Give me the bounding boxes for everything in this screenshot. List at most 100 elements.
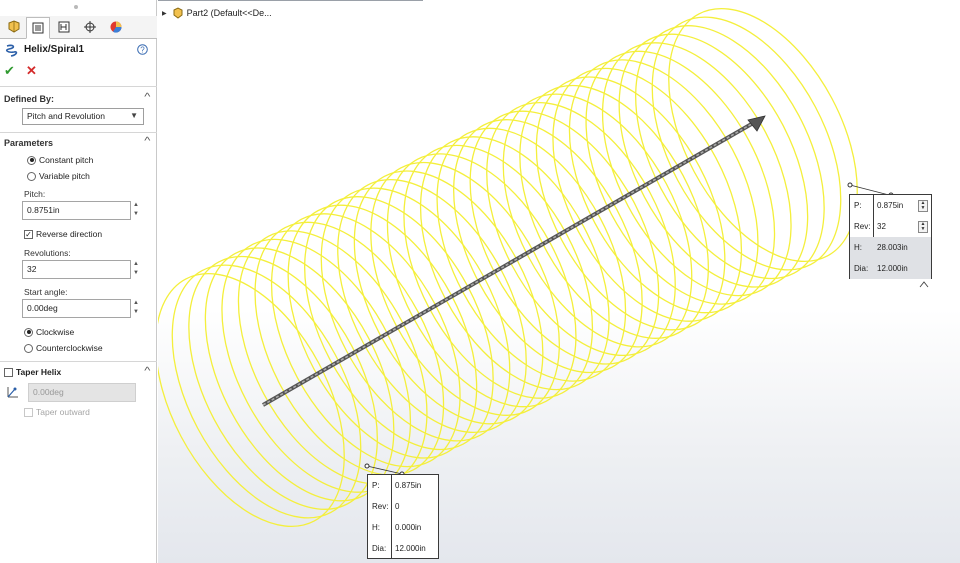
- divider: [0, 361, 157, 362]
- feature-manager-icon: [8, 20, 20, 33]
- clockwise-label: Clockwise: [36, 327, 75, 337]
- radio-empty-icon: [27, 171, 36, 181]
- callout-pitch-label: P:: [854, 201, 862, 210]
- tab-feature-manager[interactable]: [2, 17, 26, 37]
- collapse-chevron-icon[interactable]: ^: [145, 136, 151, 147]
- callout-rev-value[interactable]: 32: [877, 222, 886, 231]
- callout-rev-value: 0: [395, 502, 400, 511]
- help-icon[interactable]: ?: [137, 44, 148, 55]
- collapse-chevron-icon[interactable]: ^: [145, 366, 151, 377]
- parameters-heading: Parameters: [4, 138, 54, 148]
- pitch-stepper[interactable]: ▲ ▼: [918, 200, 928, 212]
- defined-by-value: Pitch and Revolution: [27, 111, 105, 121]
- callout-rev-row[interactable]: Rev: 32 ▲ ▼: [850, 216, 931, 237]
- callout-height-row: H: 28.003in: [850, 237, 931, 258]
- graphics-viewport[interactable]: ▶ Part2 (Default<<De... P: 0.875in ▲ ▼ Re…: [158, 0, 960, 563]
- callout-dia-label: Dia:: [854, 264, 869, 273]
- tab-configuration-manager[interactable]: [52, 17, 76, 37]
- helix-curve[interactable]: [158, 0, 896, 558]
- variable-pitch-radio[interactable]: Variable pitch: [27, 171, 90, 181]
- checkbox-checked-icon: ✓: [24, 229, 33, 239]
- configuration-manager-icon: [58, 21, 70, 33]
- start-angle-stepper[interactable]: ▲ ▼: [131, 299, 141, 318]
- constant-pitch-label: Constant pitch: [39, 155, 94, 165]
- taper-outward-label: Taper outward: [36, 407, 90, 417]
- panel-grip[interactable]: [74, 5, 78, 9]
- callout-pitch-label: P:: [372, 481, 380, 490]
- callout-pitch-value: 0.875in: [395, 481, 422, 490]
- callout-start: P: 0.875in Rev: 0 H: 0.000in Dia: 12.000…: [367, 474, 439, 559]
- svg-text:?: ?: [140, 45, 145, 54]
- callout-height-label: H:: [854, 243, 862, 252]
- taper-helix-heading: Taper Helix: [16, 367, 62, 377]
- callout-dia-value: 12.000in: [877, 264, 908, 273]
- callout-height-value: 0.000in: [395, 523, 422, 532]
- cancel-x-icon[interactable]: ✕: [26, 64, 37, 78]
- taper-angle-icon: [7, 387, 18, 398]
- counterclockwise-radio[interactable]: Counterclockwise: [24, 343, 103, 353]
- callout-dia-value: 12.000in: [395, 544, 426, 553]
- manager-tabs: [0, 16, 157, 39]
- clockwise-radio[interactable]: Clockwise: [24, 327, 74, 337]
- radio-selected-icon: [27, 155, 36, 165]
- tab-dimxpert-manager[interactable]: [78, 17, 102, 37]
- reverse-direction-label: Reverse direction: [36, 229, 103, 239]
- revolutions-field[interactable]: 32: [22, 260, 131, 279]
- chevron-down-icon: ▼: [130, 111, 138, 120]
- checkbox-empty-icon: [4, 367, 13, 377]
- defined-by-select[interactable]: Pitch and Revolution ▼: [22, 108, 144, 125]
- callout-height-row: H: 0.000in: [368, 517, 438, 538]
- counterclockwise-label: Counterclockwise: [36, 343, 103, 353]
- arrowhead-icon: [747, 115, 766, 132]
- divider: [0, 132, 157, 133]
- constant-pitch-radio[interactable]: Constant pitch: [27, 155, 93, 165]
- taper-outward-checkbox: Taper outward: [24, 407, 90, 417]
- dimxpert-icon: [84, 21, 96, 33]
- callout-rev-row: Rev: 0: [368, 496, 438, 517]
- reverse-direction-checkbox[interactable]: ✓ Reverse direction: [24, 229, 102, 239]
- pitch-field[interactable]: 0.8751in: [22, 201, 131, 220]
- callout-height-value: 28.003in: [877, 243, 908, 252]
- start-angle-label: Start angle:: [24, 287, 68, 297]
- tab-display-manager[interactable]: [104, 17, 128, 37]
- start-angle-field[interactable]: 0.00deg: [22, 299, 131, 318]
- property-manager-panel: Helix/Spiral1 ? ✔ ✕ Defined By: ^ Pitch …: [0, 0, 157, 563]
- callout-dia-row: Dia: 12.000in: [368, 538, 438, 559]
- ok-check-icon[interactable]: ✔: [4, 64, 15, 78]
- helix-start-point[interactable]: [364, 463, 370, 469]
- revolutions-stepper[interactable]: ▲ ▼: [131, 260, 141, 279]
- rev-stepper[interactable]: ▲ ▼: [918, 221, 928, 233]
- pitch-label: Pitch:: [24, 189, 46, 199]
- helix-revolution: [171, 264, 362, 519]
- taper-angle-field: 0.00deg: [28, 383, 136, 402]
- feature-title-row: Helix/Spiral1 ?: [0, 41, 157, 59]
- pitch-stepper[interactable]: ▲ ▼: [131, 201, 141, 220]
- revolutions-label: Revolutions:: [24, 248, 71, 258]
- tab-property-manager[interactable]: [26, 17, 50, 39]
- helix-revolution: [651, 16, 842, 271]
- defined-by-heading: Defined By:: [4, 94, 55, 104]
- helix-icon: [6, 44, 18, 57]
- callout-collapse-icon[interactable]: [919, 281, 929, 288]
- callout-pitch-row: P: 0.875in: [368, 475, 438, 496]
- divider: [0, 86, 157, 87]
- radio-empty-icon: [24, 343, 33, 353]
- callout-dia-row: Dia: 12.000in: [850, 258, 931, 279]
- helix-model[interactable]: [158, 0, 960, 563]
- checkbox-empty-icon: [24, 407, 33, 417]
- callout-pitch-value[interactable]: 0.875in: [877, 201, 903, 210]
- property-manager-icon: [32, 22, 44, 34]
- radio-selected-icon: [24, 327, 33, 337]
- variable-pitch-label: Variable pitch: [39, 171, 90, 181]
- callout-rev-label: Rev:: [854, 222, 871, 231]
- callout-height-label: H:: [372, 523, 380, 532]
- helix-end-point[interactable]: [847, 182, 853, 188]
- callout-pitch-row[interactable]: P: 0.875in ▲ ▼: [850, 195, 931, 216]
- collapse-chevron-icon[interactable]: ^: [145, 92, 151, 103]
- callout-end: P: 0.875in ▲ ▼ Rev: 32 ▲ ▼ H: 28.003in Dia…: [849, 194, 932, 279]
- callout-rev-label: Rev:: [372, 502, 389, 511]
- feature-title: Helix/Spiral1: [24, 44, 85, 55]
- taper-helix-checkbox[interactable]: Taper Helix: [4, 367, 61, 377]
- display-manager-icon: [110, 21, 122, 33]
- callout-dia-label: Dia:: [372, 544, 387, 553]
